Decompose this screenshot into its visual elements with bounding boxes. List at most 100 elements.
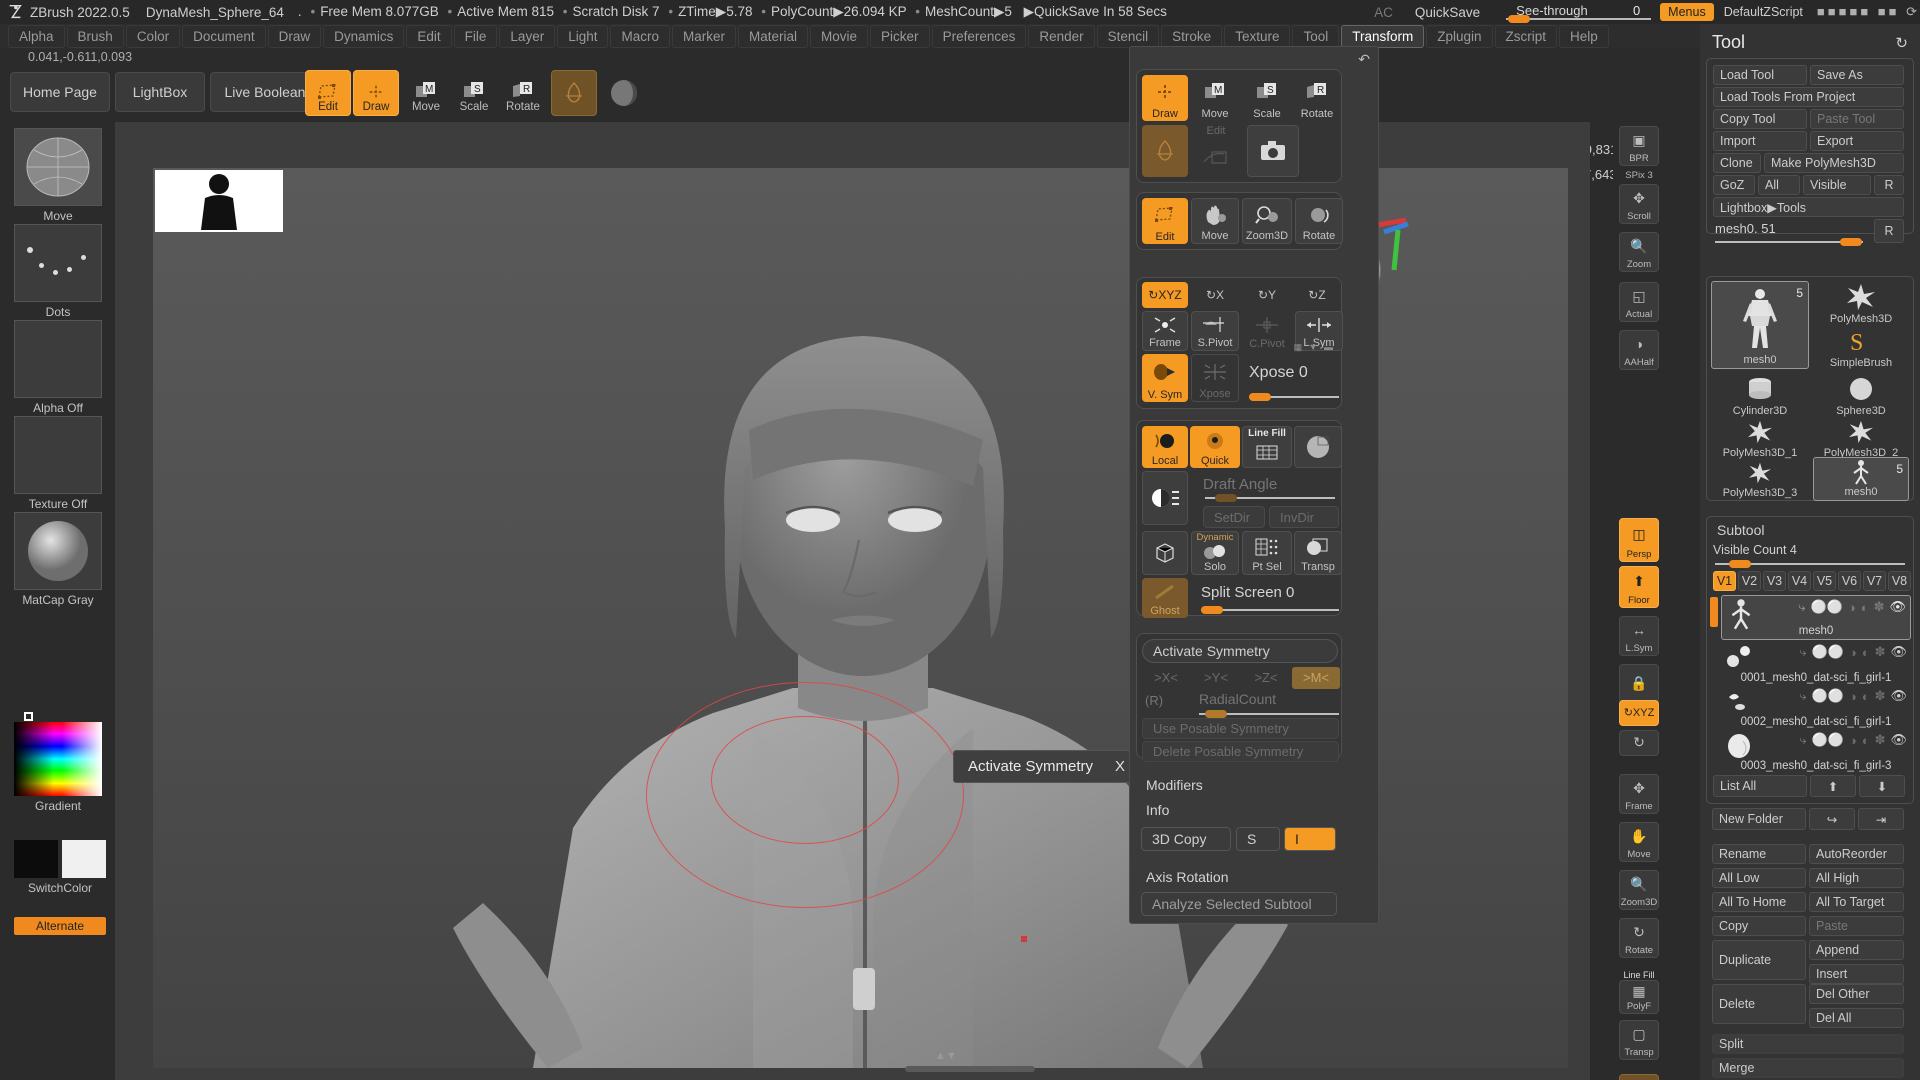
move-down-button[interactable]: ⬇ — [1859, 775, 1905, 797]
alternate-button[interactable]: Alternate — [14, 917, 106, 935]
spix-label[interactable]: SPix 3 — [1613, 170, 1665, 181]
menu-item-movie[interactable]: Movie — [810, 25, 868, 48]
palette-edit-rotate-button[interactable]: Rotate — [1295, 198, 1343, 244]
subtool-half-icon[interactable]: ◑ — [1849, 733, 1857, 748]
dynamesh-brush-button[interactable] — [551, 70, 597, 116]
palette-pt-sel-button[interactable]: Pt Sel — [1242, 531, 1292, 575]
subtool-eye-icon[interactable]: 👁 — [1890, 644, 1907, 660]
goz-visible-button[interactable]: Visible — [1803, 175, 1871, 195]
model-thumbnail-preview[interactable] — [155, 170, 283, 232]
delete-posable-symmetry-button[interactable]: Delete Posable Symmetry — [1142, 741, 1339, 762]
subtool-half-icon[interactable]: ◑ — [1849, 645, 1857, 660]
strip-solo-button[interactable]: ◉ Solo — [1619, 1074, 1659, 1080]
scroll-button[interactable]: ✥ Scroll — [1619, 184, 1659, 224]
all-to-home-button[interactable]: All To Home — [1712, 892, 1806, 912]
color-picker-gradient[interactable] — [14, 722, 102, 796]
axis-rotation-label[interactable]: Axis Rotation — [1146, 869, 1228, 885]
mesh-slider-r-button[interactable]: R — [1874, 219, 1904, 243]
sidebar-item-color[interactable]: Gradient — [14, 722, 102, 813]
all-high-button[interactable]: All High — [1809, 868, 1904, 888]
subtool-visible-toggle-icon[interactable]: ⚪⚪ — [1811, 732, 1843, 748]
menu-item-alpha[interactable]: Alpha — [8, 25, 65, 48]
subtool-polypaint-icon[interactable]: ⤷ — [1798, 599, 1805, 615]
subtool-brush-icon[interactable]: ✽ — [1875, 644, 1886, 660]
canvas-scroll-handle[interactable] — [905, 1066, 1035, 1072]
move-mode-button[interactable]: M Move — [403, 70, 449, 116]
palette-edit-move-button[interactable]: Move — [1191, 198, 1239, 244]
subtool-eye-icon[interactable]: 👁 — [1889, 599, 1906, 615]
tooltip-close-icon[interactable]: X — [1115, 758, 1125, 775]
list-all-button[interactable]: List All — [1713, 775, 1807, 797]
menu-item-texture[interactable]: Texture — [1224, 25, 1290, 48]
symmetry-x-button[interactable]: >X< — [1142, 667, 1190, 689]
xy z-button[interactable]: ↻XYZ — [1619, 700, 1659, 726]
menu-item-transform[interactable]: Transform — [1341, 25, 1424, 48]
actual-button[interactable]: ◱ Actual — [1619, 282, 1659, 322]
menu-item-stroke[interactable]: Stroke — [1161, 25, 1222, 48]
brush-preview-thumb[interactable] — [14, 128, 102, 206]
all-to-target-button[interactable]: All To Target — [1809, 892, 1904, 912]
tool-tile-polymesh3d-3[interactable]: PolyMesh3D_3 — [1711, 459, 1809, 501]
view-tab-v5[interactable]: V5 — [1813, 571, 1836, 591]
menu-item-material[interactable]: Material — [738, 25, 808, 48]
view-tab-v2[interactable]: V2 — [1738, 571, 1761, 591]
subtool-visible-toggle-icon[interactable]: ⚪⚪ — [1811, 644, 1843, 660]
draw-mode-button[interactable]: Draw — [353, 70, 399, 116]
split-screen-knob[interactable] — [1201, 606, 1223, 614]
live-boolean-button[interactable]: Live Boolean — [210, 72, 320, 112]
palette-axis-x-button[interactable]: ↻X — [1190, 282, 1240, 308]
subtool-visible-toggle-icon[interactable]: ⚪⚪ — [1811, 688, 1843, 704]
subtool-row-icons[interactable]: ⤷ ⚪⚪ ◑ ◐ ✽ 👁 — [1799, 688, 1907, 704]
copy-tool-button[interactable]: Copy Tool — [1713, 109, 1807, 129]
lock-button[interactable]: 🔒 — [1619, 664, 1659, 704]
subtool-scroll-indicator[interactable] — [1710, 597, 1718, 627]
subtool-eye-icon[interactable]: 👁 — [1890, 732, 1907, 748]
lightbox-button[interactable]: LightBox — [115, 72, 205, 112]
tool-tile-mesh0-secondary[interactable]: 5 mesh0 — [1813, 457, 1909, 501]
strip-zoom3d-button[interactable]: 🔍 Zoom3D — [1619, 870, 1659, 910]
info-section-label[interactable]: Info — [1146, 802, 1169, 818]
import-button[interactable]: Import — [1713, 131, 1807, 151]
palette-edit-curve-button[interactable]: Edit — [1190, 125, 1242, 177]
material-preview-thumb[interactable] — [14, 512, 102, 590]
default-zscript-label[interactable]: DefaultZScript — [1724, 5, 1803, 19]
goz-r-button[interactable]: R — [1874, 175, 1904, 195]
goz-all-button[interactable]: All — [1758, 175, 1800, 195]
modifiers-section-label[interactable]: Modifiers — [1146, 777, 1203, 793]
save-as-button[interactable]: Save As — [1810, 65, 1904, 85]
palette-local-button[interactable]: Local — [1142, 426, 1188, 468]
menu-item-macro[interactable]: Macro — [610, 25, 670, 48]
palette-axis-xyz-button[interactable]: ↻XYZ — [1142, 282, 1188, 308]
palette-solo-button[interactable]: Dynamic Solo — [1191, 531, 1239, 575]
menu-item-color[interactable]: Color — [126, 25, 180, 48]
strip-rotate-button[interactable]: ↻ Rotate — [1619, 918, 1659, 958]
xpose-slider-knob[interactable] — [1249, 393, 1271, 401]
edit-mode-button[interactable]: Edit — [305, 70, 351, 116]
subtool-row-icons[interactable]: ⤷ ⚪⚪ ◑ ◐ ✽ 👁 — [1798, 599, 1906, 615]
sidebar-item-material[interactable]: MatCap Gray — [14, 512, 102, 607]
palette-bounding-box-button[interactable] — [1142, 531, 1188, 575]
xpose-mini-icons[interactable]: ▦ ▼ ▬ — [1294, 342, 1335, 353]
palette-frame-button[interactable]: Frame — [1142, 311, 1188, 351]
subtool-half-icon[interactable]: ◑ — [1848, 600, 1856, 615]
tool-tile-cylinder3d[interactable]: Cylinder3D — [1711, 373, 1809, 419]
goz-button[interactable]: GoZ — [1713, 175, 1755, 195]
menu-item-light[interactable]: Light — [557, 25, 608, 48]
undo-history-icon[interactable]: ↶ — [1358, 51, 1370, 68]
merge-button[interactable]: Merge — [1712, 1058, 1904, 1078]
palette-axis-z-button[interactable]: ↻Z — [1293, 282, 1341, 308]
strip-move-button[interactable]: ✋ Move — [1619, 822, 1659, 862]
switch-color-swatches[interactable] — [14, 840, 106, 878]
ac-label[interactable]: AC — [1374, 5, 1393, 20]
move-up-button[interactable]: ⬆ — [1810, 775, 1856, 797]
palette-xpose-button[interactable]: Xpose — [1191, 354, 1239, 402]
menu-item-tool[interactable]: Tool — [1292, 25, 1339, 48]
see-through-slider[interactable]: See-through 0 — [1506, 0, 1654, 24]
delete-button[interactable]: Delete — [1712, 984, 1806, 1024]
export-button[interactable]: Export — [1810, 131, 1904, 151]
menu-item-zscript[interactable]: Zscript — [1495, 25, 1558, 48]
menu-item-document[interactable]: Document — [182, 25, 266, 48]
all-low-button[interactable]: All Low — [1712, 868, 1806, 888]
subtool-split-icon[interactable]: ◐ — [1862, 645, 1870, 660]
tool-tile-polymesh3d-1[interactable]: PolyMesh3D_1 — [1711, 417, 1809, 461]
